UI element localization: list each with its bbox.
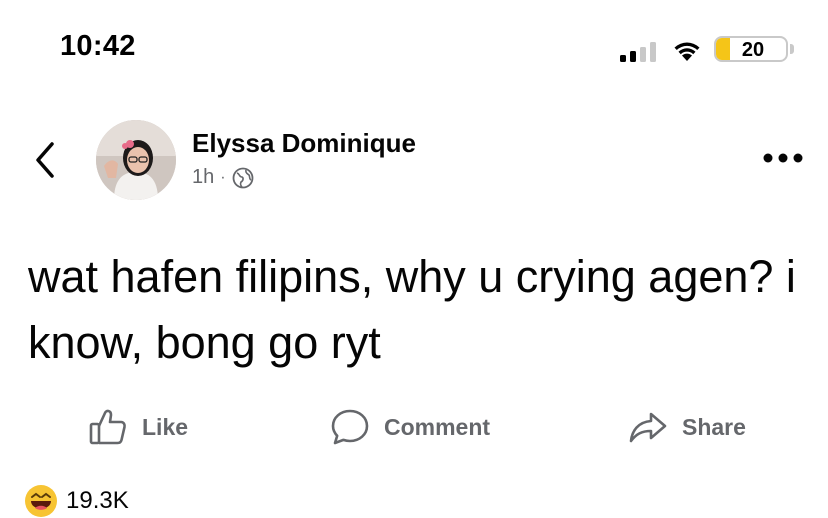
share-button[interactable]: Share: [628, 406, 746, 448]
like-label: Like: [142, 413, 189, 440]
cellular-signal-icon: [620, 42, 656, 62]
author-name[interactable]: Elyssa Dominique: [192, 128, 416, 159]
status-time: 10:42: [60, 30, 136, 62]
globe-icon: [232, 167, 253, 188]
comment-label: Comment: [384, 413, 491, 440]
battery-percent: 20: [741, 39, 765, 61]
author-avatar[interactable]: [96, 120, 176, 200]
share-label: Share: [682, 413, 746, 440]
comment-button[interactable]: Comment: [330, 406, 490, 448]
comment-bubble-icon: [331, 409, 369, 445]
wifi-icon: [674, 42, 700, 61]
laughing-emoji-icon: [25, 485, 57, 517]
post-timestamp[interactable]: 1h: [192, 166, 214, 189]
battery-indicator: 20: [714, 36, 794, 62]
reaction-summary[interactable]: 19.3K: [24, 484, 129, 518]
post-text: wat hafen filipins, why u crying agen? i…: [28, 251, 796, 368]
status-icons: 20: [594, 36, 794, 62]
battery-cap: [790, 44, 794, 54]
share-arrow-icon: [629, 412, 667, 443]
battery-body: 20: [714, 36, 788, 62]
avatar-photo: [96, 120, 176, 200]
like-button[interactable]: Like: [88, 406, 188, 448]
reaction-count: 19.3K: [66, 487, 129, 514]
post-screen: 10:42 20 Elyssa Dominique 1h · wat hafen…: [0, 0, 828, 518]
post-meta: 1h ·: [192, 166, 254, 189]
meta-separator: ·: [220, 168, 226, 186]
thumbs-up-icon: [89, 409, 126, 445]
more-options-icon[interactable]: [762, 150, 804, 166]
back-chevron-icon[interactable]: [30, 138, 60, 182]
